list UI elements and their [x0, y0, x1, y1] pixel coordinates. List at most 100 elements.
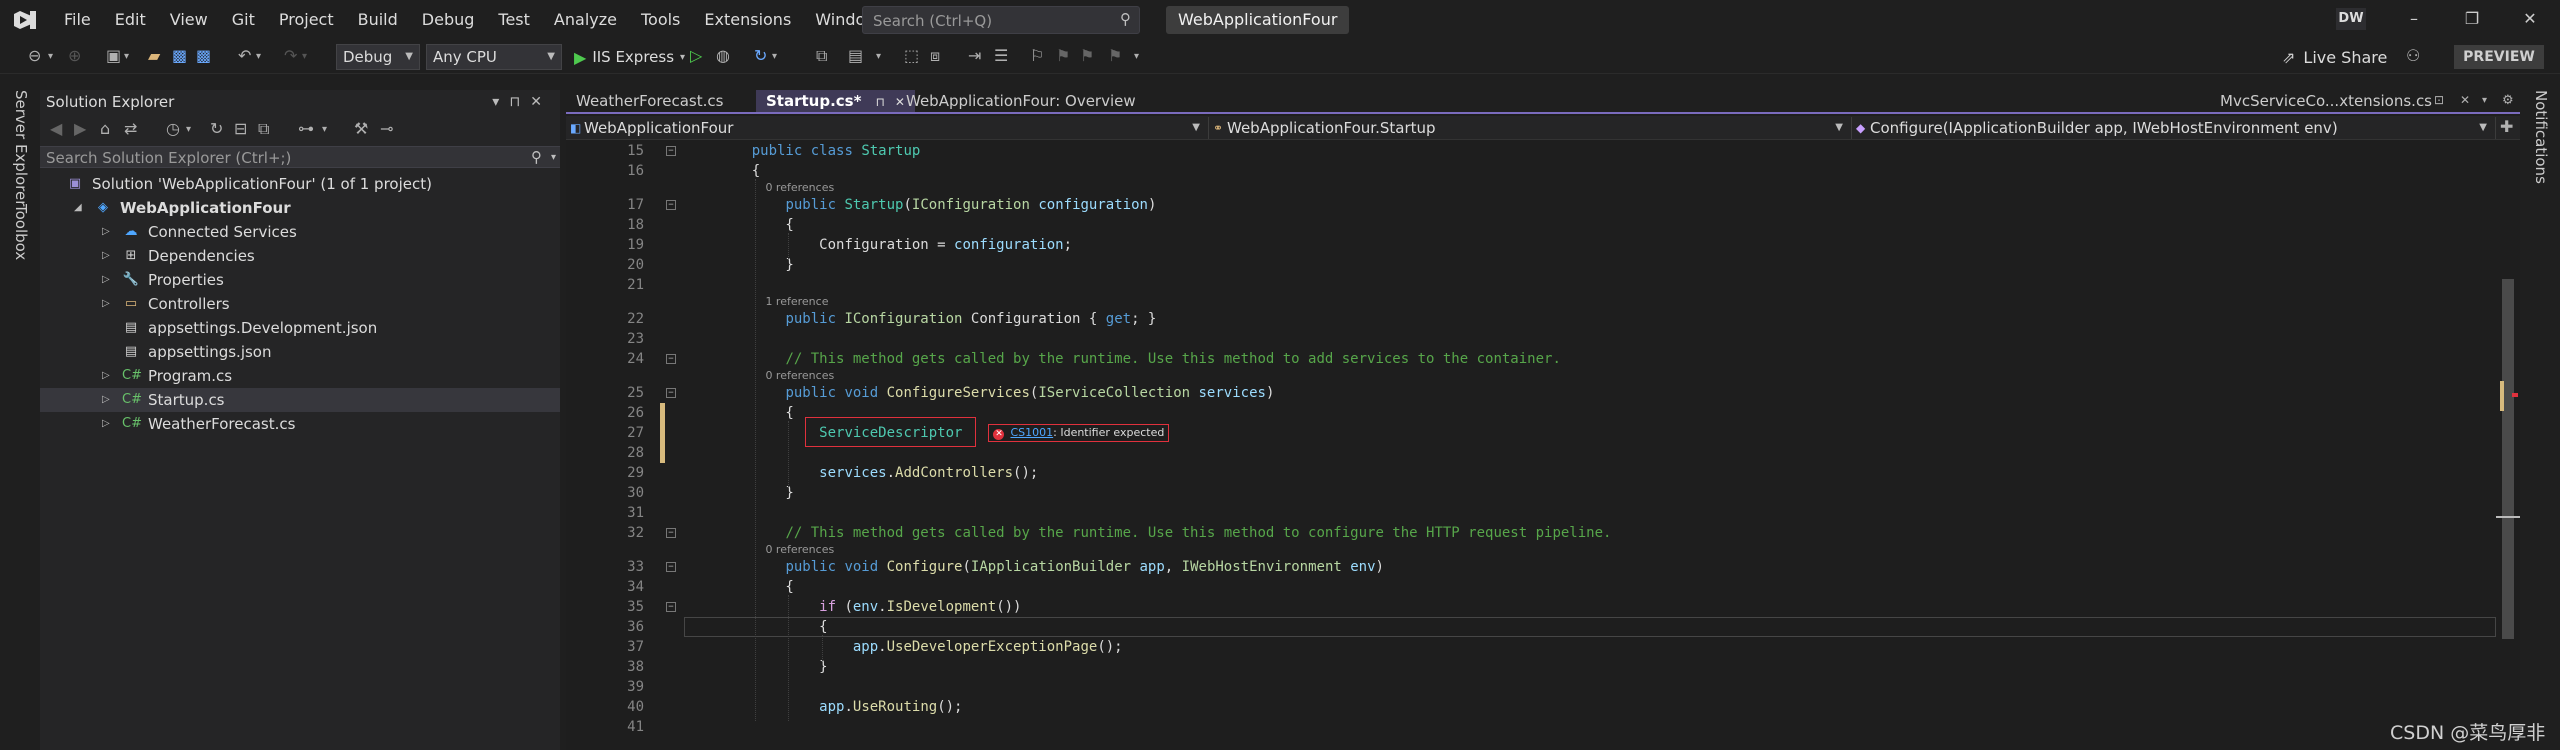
pin-icon[interactable]: ⊓ [875, 95, 884, 109]
menu-test[interactable]: Test [486, 0, 542, 40]
feedback-icon[interactable]: ⚇ [2406, 48, 2420, 64]
close-panel-icon[interactable]: ✕ [530, 94, 552, 110]
collapse-all-icon[interactable]: ⊟ [234, 121, 247, 137]
tree-item[interactable]: ◢ ◈ WebApplicationFour [40, 196, 560, 220]
window-position-icon[interactable]: ▾ [492, 94, 509, 110]
new-project-icon[interactable]: ▣ [106, 48, 121, 64]
menu-analyze[interactable]: Analyze [542, 0, 629, 40]
solution-explorer-search-input[interactable]: Search Solution Explorer (Ctrl+;) ⚲ ▾ [40, 146, 560, 168]
indent-icon[interactable]: ⇥ [968, 48, 981, 64]
layout-icon[interactable]: ▤ [848, 48, 863, 64]
member-dropdown[interactable]: ◆ Configure(IApplicationBuilder app, IWe… [1852, 117, 2496, 139]
navigate-forward-icon[interactable]: ⊕ [68, 48, 81, 64]
preview-selected-icon[interactable]: ⊸ [380, 121, 393, 137]
notifications-tab[interactable]: Notifications [2532, 90, 2550, 184]
close-tab-icon[interactable]: ✕ [2460, 94, 2470, 106]
menu-project[interactable]: Project [267, 0, 346, 40]
back-icon[interactable]: ◀ [50, 121, 62, 137]
platform-select[interactable]: Any CPU ▼ [426, 44, 562, 70]
search-input[interactable]: Search (Ctrl+Q) ⚲ [862, 6, 1140, 34]
keep-tab-open-icon[interactable]: ⊡ [2434, 94, 2444, 106]
clear-bookmarks-icon[interactable]: ⚑ [1108, 48, 1122, 64]
tree-item[interactable]: ▤ appsettings.json [40, 340, 560, 364]
menu-tools[interactable]: Tools [629, 0, 692, 40]
expand-arrow-icon[interactable]: ▷ [102, 388, 114, 412]
tree-item[interactable]: ▷ C# Startup.cs [40, 388, 560, 412]
undo-icon[interactable]: ↶ [238, 48, 251, 64]
inline-error-hint[interactable]: ✕ CS1001: Identifier expected [988, 424, 1170, 442]
expand-arrow-icon[interactable]: ▷ [102, 292, 114, 316]
start-without-debugging-icon[interactable]: ▷ [690, 48, 702, 64]
reference-count[interactable]: 0 references [765, 181, 834, 195]
live-share-button[interactable]: ⇗ Live Share [2282, 46, 2387, 68]
collapse-region-icon[interactable]: − [666, 602, 676, 612]
tab-startup[interactable]: Startup.cs* ⊓ ✕ [756, 90, 915, 112]
menu-view[interactable]: View [158, 0, 220, 40]
tab-overview[interactable]: WebApplicationFour: Overview [896, 90, 1146, 112]
menu-file[interactable]: File [52, 0, 103, 40]
redo-dropdown-icon[interactable]: ▾ [302, 52, 307, 62]
server-explorer-tab[interactable]: Server Explorer [12, 90, 30, 206]
layout-dropdown-icon[interactable]: ▾ [876, 52, 881, 62]
filter-dropdown-icon[interactable]: ▾ [322, 125, 327, 135]
code-text-area[interactable]: 15− public class Startup 16 {0 references… [566, 141, 2496, 750]
user-avatar[interactable]: DW [2336, 8, 2366, 30]
settings-gear-icon[interactable]: ⚙ [2502, 94, 2514, 107]
prev-bookmark-icon[interactable]: ⚑ [1056, 48, 1070, 64]
collapse-region-icon[interactable]: − [666, 528, 676, 538]
home-icon[interactable]: ⌂ [100, 121, 110, 137]
forward-icon[interactable]: ▶ [74, 121, 86, 137]
refresh-icon[interactable]: ↻ [754, 48, 767, 64]
menu-debug[interactable]: Debug [410, 0, 487, 40]
collapse-arrow-icon[interactable]: ◢ [74, 196, 86, 220]
run-iis-express-button[interactable]: ▶ IIS Express ▾ [574, 46, 685, 68]
menu-git[interactable]: Git [220, 0, 267, 40]
reference-count[interactable]: 1 reference [765, 295, 828, 309]
save-icon[interactable]: ▩ [172, 48, 187, 64]
next-bookmark-icon[interactable]: ⚑ [1080, 48, 1094, 64]
type-dropdown[interactable]: ⚭ WebApplicationFour.Startup ▼ [1209, 117, 1852, 139]
code-lens-references[interactable]: 0 references [566, 543, 2496, 557]
hot-reload-icon[interactable]: ◍ [716, 48, 730, 64]
collapse-region-icon[interactable]: − [666, 146, 676, 156]
reference-count[interactable]: 0 references [765, 543, 834, 557]
minimize-icon[interactable]: – [2402, 8, 2426, 30]
collapse-region-icon[interactable]: − [666, 388, 676, 398]
tree-item[interactable]: ▤ appsettings.Development.json [40, 316, 560, 340]
toolbar-overflow-icon[interactable]: ▾ [1134, 52, 1139, 62]
code-lens-references[interactable]: 0 references [566, 181, 2496, 195]
project-dropdown[interactable]: ◧ WebApplicationFour ▼ [566, 117, 1209, 139]
expand-arrow-icon[interactable]: ▷ [102, 268, 114, 292]
tree-item[interactable]: ▷ ☁ Connected Services [40, 220, 560, 244]
open-in-browser-icon[interactable]: ⧉ [816, 48, 827, 64]
tree-item[interactable]: ▣ Solution 'WebApplicationFour' (1 of 1 p… [40, 172, 560, 196]
sync-icon[interactable]: ↻ [210, 121, 223, 137]
menu-edit[interactable]: Edit [103, 0, 158, 40]
back-dropdown-icon[interactable]: ▾ [48, 52, 53, 62]
restore-icon[interactable]: ❐ [2460, 8, 2484, 30]
undo-dropdown-icon[interactable]: ▾ [256, 52, 261, 62]
pending-dropdown-icon[interactable]: ▾ [186, 125, 191, 135]
tree-item[interactable]: ▷ ▭ Controllers [40, 292, 560, 316]
bookmark-icon[interactable]: ⚐ [1030, 48, 1044, 64]
collapse-region-icon[interactable]: − [666, 354, 676, 364]
switch-views-icon[interactable]: ⇄ [124, 121, 137, 137]
split-editor-icon[interactable]: ✚ [2500, 119, 2513, 135]
scrollbar-thumb[interactable] [2502, 279, 2514, 639]
tree-item[interactable]: ▷ C# WeatherForecast.cs [40, 412, 560, 436]
properties-wrench-icon[interactable]: ⚒ [354, 121, 368, 137]
reference-count[interactable]: 0 references [765, 369, 834, 383]
close-window-icon[interactable]: ✕ [2518, 8, 2542, 30]
comment-icon[interactable]: ☰ [994, 48, 1008, 64]
menu-build[interactable]: Build [346, 0, 410, 40]
code-lens-references[interactable]: 1 reference [566, 295, 2496, 309]
expand-arrow-icon[interactable]: ▷ [102, 244, 114, 268]
vertical-scrollbar[interactable] [2496, 141, 2520, 750]
tree-item[interactable]: ▷ 🔧 Properties [40, 268, 560, 292]
expand-arrow-icon[interactable]: ▷ [102, 364, 114, 388]
code-lens-references[interactable]: 0 references [566, 369, 2496, 383]
tree-item[interactable]: ▷ C# Program.cs [40, 364, 560, 388]
refresh-dropdown-icon[interactable]: ▾ [772, 52, 777, 62]
tab-weatherforecast[interactable]: WeatherForecast.cs [566, 90, 733, 112]
preview-button[interactable]: PREVIEW [2454, 45, 2544, 69]
